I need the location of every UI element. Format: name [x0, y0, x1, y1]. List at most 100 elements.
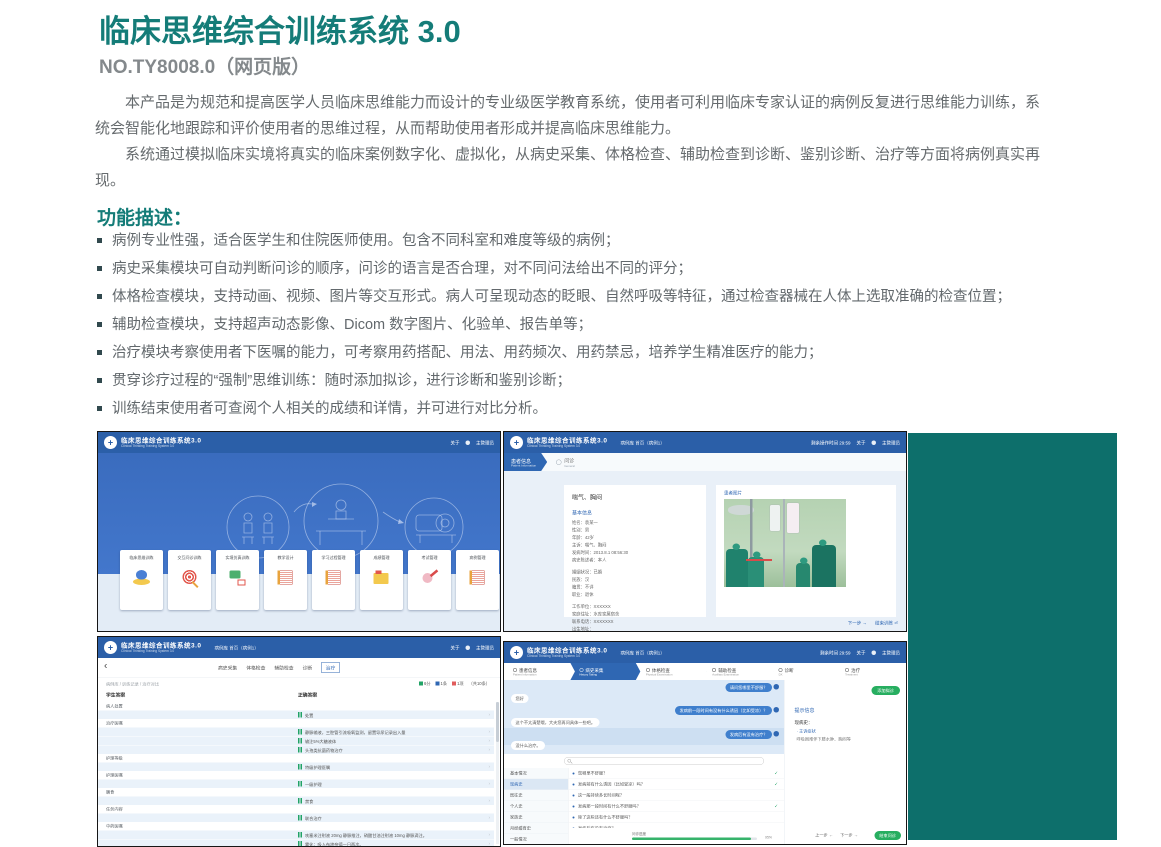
- category-item[interactable]: 现病史: [504, 779, 568, 790]
- compare-toolbar: ‹ 病史采集 体格检查 辅助检查 诊断 治疗: [98, 658, 500, 678]
- question-option[interactable]: 您哪里不舒服？✓: [568, 768, 784, 779]
- intro-text: 本产品是为规范和提高医学人员临床思维能力而设计的专业级医学教育系统，使用者可利用…: [95, 90, 1042, 194]
- step-label-en: History Taking: [579, 673, 640, 676]
- end-training-button[interactable]: 结束训练 ⏎: [875, 620, 898, 627]
- tab-诊断[interactable]: 诊断: [303, 664, 313, 671]
- wizard-step-治疗[interactable]: 治疗Treatment: [836, 663, 906, 680]
- answer-row[interactable]: 输注5%大糖液体›: [98, 737, 494, 746]
- tab-辅助检查[interactable]: 辅助检查: [274, 664, 293, 671]
- category-item[interactable]: 既往史: [504, 790, 568, 801]
- category-item[interactable]: 月经婚育史: [504, 823, 568, 834]
- feature-item: 病例专业性强，适合医学生和住院医师使用。包含不同科室和难度等级的病例；: [97, 233, 1047, 249]
- module-card[interactable]: 学习过程管理: [312, 550, 355, 610]
- wizard-step-诊断[interactable]: 诊断DX: [770, 663, 840, 680]
- iv-pole: [783, 499, 785, 587]
- basic-info-heading: 基本信息: [572, 509, 698, 517]
- chat-bubble: 没什么治疗。: [511, 741, 545, 750]
- wizard-step-体格检查[interactable]: 体格检查Physical Examination: [637, 663, 707, 680]
- feature-text: 病史采集模块可自动判断问诊的顺序，问诊的语言是否合理，对不同问法给出不同的评分；: [112, 261, 692, 277]
- category-item[interactable]: 个人史: [504, 801, 568, 812]
- correct-marker-icon: [298, 738, 300, 744]
- nav-about[interactable]: 关于: [856, 439, 865, 446]
- nav-user[interactable]: 主管理员: [476, 644, 494, 651]
- wizard-step-患者信息[interactable]: 患者信息Patient Information: [504, 663, 574, 680]
- nav-user[interactable]: 主管理员: [882, 439, 900, 446]
- answer-row[interactable]: 处置›: [98, 711, 494, 720]
- question-search-input[interactable]: [564, 757, 764, 765]
- answer-row[interactable]: 静脉输液，三腔管引流吸氧监测，留置导尿记录出入量›: [98, 728, 494, 737]
- answer-row[interactable]: 呋塞米注射液 20mg 静脉推注，硝酸甘油注射液 10mg 静脉滴注。›: [98, 831, 494, 840]
- chevron-right-icon: ›: [489, 841, 491, 846]
- check-icon: ✓: [774, 779, 778, 790]
- legend-text: 1项: [457, 681, 464, 687]
- answer-text: 处置: [305, 713, 313, 719]
- feature-text: 辅助检查模块，支持超声动态影像、Dicom 数字图片、化验单、报告单等；: [112, 317, 592, 333]
- scrollbar[interactable]: [496, 702, 499, 844]
- brain-icon: [133, 569, 151, 587]
- question-option[interactable]: 发病那一段时间有什么不舒服吗？✓: [568, 801, 784, 812]
- wizard-steps: 患者信息Patient Information病史采集History Takin…: [504, 663, 906, 681]
- module-card[interactable]: 成绩管理: [360, 550, 403, 610]
- step-icon: [712, 668, 716, 672]
- bullet-icon: [97, 406, 102, 411]
- module-card[interactable]: 临床思维训练: [120, 550, 163, 610]
- back-button[interactable]: ‹: [104, 660, 107, 672]
- step-general[interactable]: 问诊 General: [556, 456, 575, 468]
- wizard-step-病史采集[interactable]: 病史采集History Taking: [570, 663, 640, 680]
- tab-病史采集[interactable]: 病史采集: [218, 664, 237, 671]
- module-card[interactable]: 教学设计: [264, 550, 307, 610]
- screenshot-history-chat: + 临床思维综合训练系统3.0 Clinical Thinking Traini…: [503, 641, 907, 845]
- question-option[interactable]: 发病后有没有治疗？: [568, 823, 784, 828]
- check-icon: ✓: [774, 801, 778, 812]
- app-title-block: 临床思维综合训练系统3.0 Clinical Thinking Training…: [121, 437, 202, 448]
- progress-fill: [632, 838, 751, 841]
- scrollbar-thumb[interactable]: [496, 702, 499, 742]
- model-number: NO.TY8008.0（网页版）: [99, 52, 310, 79]
- patient-photo[interactable]: [724, 499, 846, 587]
- category-item[interactable]: 家族史: [504, 812, 568, 823]
- answer-row[interactable]: 特级护理医嘱›: [98, 763, 494, 772]
- question-option[interactable]: 除了这些还有什么不舒服吗？: [568, 812, 784, 823]
- finish-inquiry-button[interactable]: 结束问诊: [874, 831, 901, 840]
- next-step-button[interactable]: 下一步 →: [848, 620, 867, 627]
- nav-about[interactable]: 关于: [856, 649, 865, 656]
- answer-row[interactable]: 一级护理›: [98, 780, 494, 789]
- tab-治疗[interactable]: 治疗: [321, 662, 340, 673]
- info-line: 民族：汉: [572, 576, 698, 584]
- module-card[interactable]: 考试管理: [408, 550, 451, 610]
- answer-row[interactable]: 雾化：吸入布地奈德一日两次。›: [98, 840, 494, 847]
- question-option[interactable]: 发病前有什么诱因（比如受凉）吗？✓: [568, 779, 784, 790]
- next-step-button[interactable]: 下一步 →: [840, 832, 858, 838]
- answer-row[interactable]: 头孢类抗菌药物治疗›: [98, 746, 494, 755]
- module-card[interactable]: 交互问诊训练: [168, 550, 211, 610]
- step-patient-info[interactable]: 患者信息 Patient Information: [504, 453, 547, 471]
- nav-user[interactable]: 主管理员: [476, 439, 494, 446]
- nav-about[interactable]: 关于: [450, 644, 459, 651]
- module-tabs: 病史采集 体格检查 辅助检查 诊断 治疗: [218, 658, 340, 677]
- step-label-en: Auxiliary Examination: [712, 673, 773, 676]
- module-card[interactable]: 病例管理: [456, 550, 499, 610]
- answer-row[interactable]: 联合治疗›: [98, 814, 494, 823]
- question-option[interactable]: 这一般持续多长时间呢？: [568, 790, 784, 801]
- wizard-step-辅助检查[interactable]: 辅助检查Auxiliary Examination: [703, 663, 773, 680]
- add-diagnosis-button[interactable]: 添加拟诊: [871, 686, 900, 695]
- case-title: 喘气、胸闷: [572, 493, 698, 502]
- module-card[interactable]: 实境仿真训练: [216, 550, 259, 610]
- answer-row[interactable]: 禁食›: [98, 797, 494, 806]
- answer-section-label: 膳食: [98, 789, 494, 797]
- progress-percent: 95%: [765, 836, 772, 840]
- category-item[interactable]: 基本情况: [504, 768, 568, 779]
- app-logo-icon: +: [104, 641, 117, 654]
- tab-体格检查[interactable]: 体格检查: [246, 664, 265, 671]
- answer-text: 联合治疗: [305, 816, 322, 822]
- user-icon: [871, 650, 876, 655]
- nav-user[interactable]: 主管理员: [882, 649, 900, 656]
- answer-text: 头孢类抗菌药物治疗: [305, 748, 343, 754]
- photo-label[interactable]: 患者图片: [724, 490, 742, 497]
- info-line: 年龄：42岁: [572, 534, 698, 542]
- prev-step-button[interactable]: 上一步 ←: [815, 832, 833, 838]
- nav-about[interactable]: 关于: [450, 439, 459, 446]
- app-subtitle: Clinical Thinking Training System 3.0: [121, 649, 202, 653]
- module-card-label: 病例管理: [470, 555, 486, 561]
- category-item[interactable]: 一般情况: [504, 834, 568, 845]
